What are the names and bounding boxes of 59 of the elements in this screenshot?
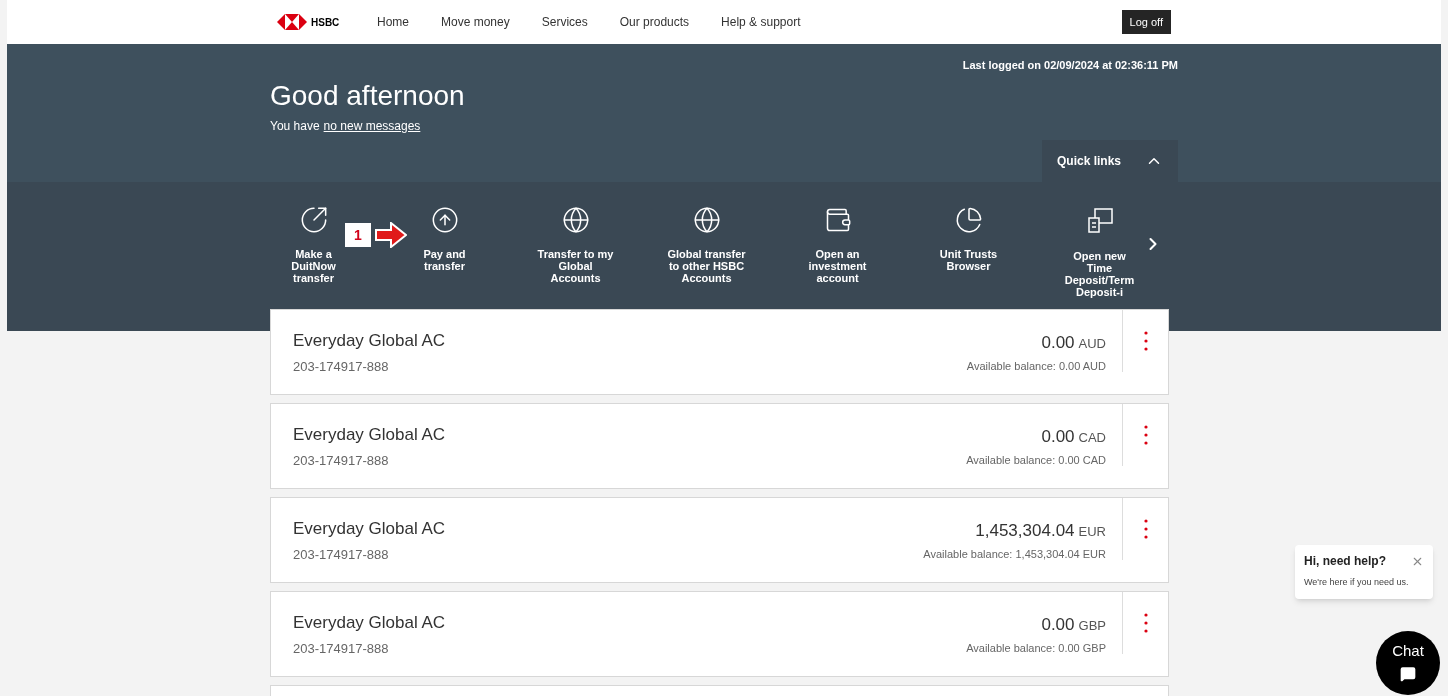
- available-balance: Available balance: 1,453,304.04 EUR: [923, 546, 1106, 562]
- up-arrow-circle-icon: [430, 206, 459, 234]
- quick-link[interactable]: Unit Trusts Browser: [928, 206, 1009, 272]
- globe-icon: [692, 206, 721, 234]
- account-card[interactable]: Everyday Global AC 203-174917-888 0.00 CAD Available balance: 0.00 CAD: [270, 403, 1169, 489]
- available-balance: Available balance: 0.00 CAD: [966, 452, 1106, 468]
- account-number: 203-174917-888: [293, 358, 390, 376]
- quick-link[interactable]: Pay and transfer: [414, 206, 475, 272]
- balance-amount: 0.00: [1041, 614, 1075, 636]
- nav-link[interactable]: Home: [377, 13, 409, 31]
- greeting: Good afternoon: [270, 78, 466, 113]
- pie-chart-icon: [954, 206, 983, 234]
- account-number: 203-174917-888: [293, 546, 390, 564]
- account-name: Everyday Global AC: [293, 611, 447, 634]
- nav-link[interactable]: Help & support: [721, 13, 801, 31]
- currency-code: CAD: [1078, 429, 1106, 447]
- more-options-icon[interactable]: [1143, 425, 1148, 445]
- account-card[interactable]: Everyday Global AC 203-174917-888 0.00 GBP Available balance: 0.00 GBP: [270, 591, 1169, 677]
- globe-icon: [561, 206, 590, 234]
- more-options-icon[interactable]: [1143, 331, 1148, 351]
- nav-link[interactable]: Move money: [441, 13, 510, 31]
- logo-icon: [277, 14, 307, 30]
- nav-link[interactable]: Services: [541, 13, 588, 31]
- quick-link[interactable]: Open new Time Deposit/Term Deposit-i: [1059, 206, 1140, 298]
- chat-button[interactable]: Chat: [1376, 631, 1440, 695]
- balance-amount: 0.00: [1041, 332, 1075, 354]
- more-options-icon[interactable]: [1143, 519, 1148, 539]
- account-name: Everyday Global AC: [293, 517, 447, 540]
- messages-text: You have: [270, 117, 320, 135]
- chat-bubble-icon: [1400, 665, 1416, 682]
- annotation-badge: 1: [345, 223, 371, 247]
- logoff-button[interactable]: Log off: [1121, 9, 1171, 35]
- quick-link[interactable]: Transfer to my Global Accounts: [535, 206, 616, 284]
- currency-code: GBP: [1078, 617, 1106, 635]
- messages-link[interactable]: no new messages: [323, 116, 421, 135]
- account-card[interactable]: Everyday Global AC 203-174917-888 0.00 AUD Available balance: 0.00 AUD: [270, 309, 1169, 395]
- last-logged-text: Last logged on 02/09/2024 at 02:36:11 PM: [962, 58, 1178, 73]
- more-options-icon[interactable]: [1143, 613, 1148, 633]
- account-number: 203-174917-888: [293, 640, 390, 658]
- balance-amount: 1,453,304.04: [975, 520, 1075, 542]
- quick-links-toggle[interactable]: Quick links: [1042, 140, 1178, 182]
- arrow-circle-icon: [299, 206, 328, 234]
- available-balance: Available balance: 0.00 GBP: [966, 640, 1106, 656]
- help-text: We're here if you need us.: [1304, 576, 1410, 589]
- nav-link[interactable]: Our products: [619, 13, 690, 31]
- currency-code: AUD: [1078, 335, 1106, 353]
- available-balance: Available balance: 0.00 AUD: [966, 358, 1106, 374]
- quick-link[interactable]: Global transfer to other HSBC Accounts: [666, 206, 747, 284]
- account-name: Everyday Global AC: [293, 329, 447, 352]
- quick-link[interactable]: Open an investment account: [797, 206, 878, 284]
- account-number: 203-174917-888: [293, 452, 390, 470]
- quick-link[interactable]: Make a DuitNow transfer: [283, 206, 344, 284]
- logo-text: HSBC: [311, 15, 340, 30]
- account-name: Everyday Global AC: [293, 423, 447, 446]
- balance-amount: 0.00: [1041, 426, 1075, 448]
- arrow-icon: [375, 222, 407, 248]
- account-card[interactable]: Everyday Global AC 203-174917-888 1,453,304.04 EUR Available balance: 1,453,304.04 EUR: [270, 497, 1169, 583]
- help-title: Hi, need help?: [1304, 553, 1386, 570]
- currency-code: EUR: [1078, 523, 1106, 541]
